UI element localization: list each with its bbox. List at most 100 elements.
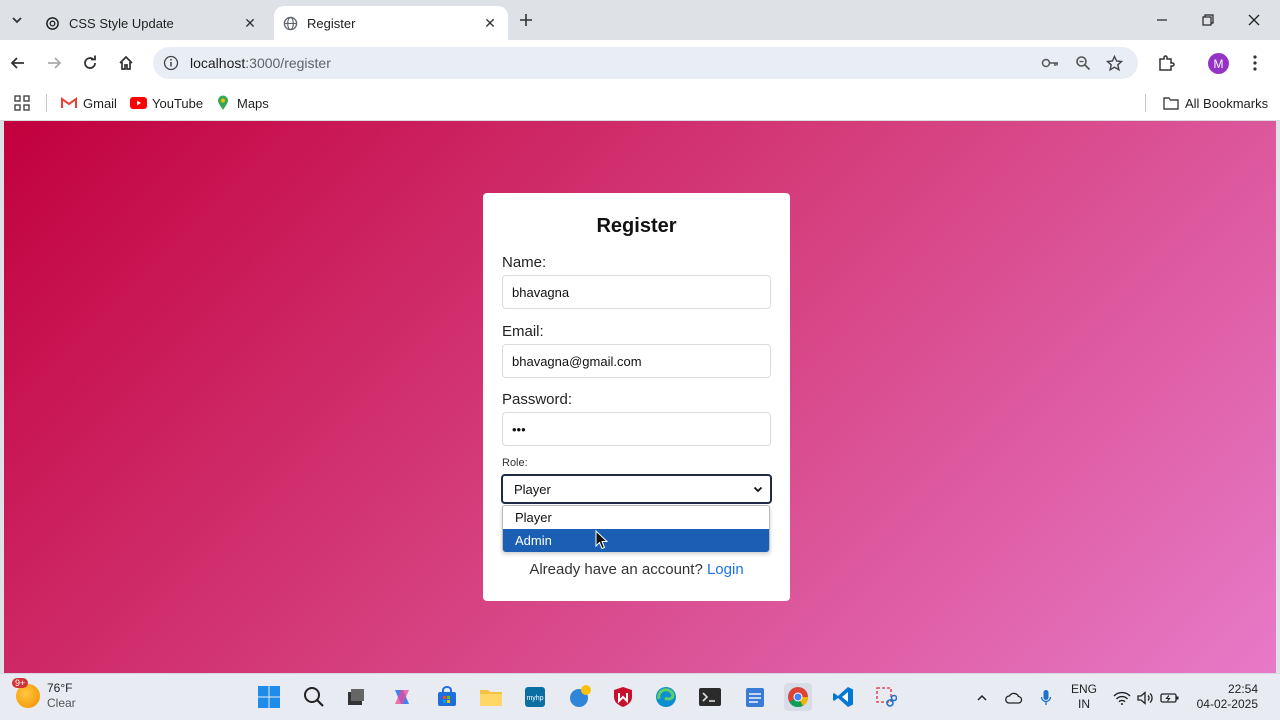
snipping-tool-icon (876, 687, 897, 707)
gmail-icon (60, 95, 78, 111)
notepad-button[interactable] (741, 683, 769, 711)
login-prompt: Already have an account? Login (483, 561, 790, 578)
home-button[interactable] (114, 51, 138, 75)
terminal-icon (699, 688, 721, 706)
forward-button[interactable] (42, 51, 66, 75)
key-icon[interactable] (1041, 54, 1059, 72)
role-option-admin[interactable]: Admin (503, 529, 769, 552)
close-tab-icon[interactable]: ✕ (480, 13, 500, 33)
back-button[interactable] (6, 51, 30, 75)
tab-css-style-update[interactable]: CSS Style Update ✕ (36, 6, 268, 40)
bookmark-gmail[interactable]: Gmail (60, 92, 117, 114)
email-label: Email: (502, 323, 544, 340)
chrome-icon (788, 687, 809, 708)
apps-grid-icon (14, 95, 30, 111)
wifi-icon[interactable] (1112, 688, 1132, 708)
weather-badge: 9+ (12, 678, 29, 688)
name-label: Name: (502, 254, 547, 271)
chevron-up-icon (977, 694, 987, 701)
bookmarks-divider (1145, 94, 1146, 112)
language-indicator[interactable]: ENG IN (1071, 682, 1097, 712)
bookmark-youtube[interactable]: YouTube (129, 92, 203, 114)
extensions-button[interactable] (1154, 51, 1178, 75)
email-input[interactable]: bhavagna@gmail.com (502, 344, 771, 378)
file-explorer-button[interactable] (477, 683, 505, 711)
bookmark-label: Gmail (83, 95, 117, 111)
tab-strip: CSS Style Update ✕ Register ✕ (0, 0, 1280, 40)
bookmarks-bar: Gmail YouTube Maps All Bookmarks (0, 86, 1280, 121)
minimize-button[interactable] (1150, 8, 1174, 32)
name-input[interactable]: bhavagna (502, 275, 771, 309)
onedrive-icon[interactable] (1004, 688, 1024, 708)
bookmarks-divider (46, 94, 47, 112)
clock-date: 04-02-2025 (1196, 697, 1258, 711)
menu-button[interactable] (1243, 51, 1267, 75)
copilot-button[interactable] (388, 683, 416, 711)
site-info-icon[interactable] (162, 54, 180, 72)
role-select[interactable]: Player (501, 474, 772, 504)
role-option-player[interactable]: Player (503, 506, 769, 529)
weather-widget[interactable]: 9+ 76°F Clear (12, 678, 76, 711)
url-host: localhost (190, 55, 246, 71)
tab-search-button[interactable] (6, 9, 28, 31)
bookmark-star-icon[interactable] (1105, 54, 1123, 72)
form-title: Register (596, 215, 677, 237)
minimize-icon (1157, 19, 1167, 21)
page-background: Register Name: bhavagna Email: bhavagna@… (4, 121, 1276, 673)
tab-register[interactable]: Register ✕ (274, 6, 508, 40)
profile-avatar[interactable]: M (1208, 53, 1229, 74)
close-tab-icon[interactable]: ✕ (240, 13, 260, 33)
login-prompt-text: Already have an account? (529, 561, 703, 578)
reload-icon (84, 55, 96, 69)
bookmark-maps[interactable]: Maps (214, 92, 269, 114)
zoom-icon[interactable] (1074, 54, 1092, 72)
chrome-button[interactable] (784, 683, 812, 711)
snipping-tool-button[interactable] (872, 683, 900, 711)
copilot-icon (395, 690, 409, 704)
close-window-button[interactable] (1242, 8, 1266, 32)
password-label: Password: (502, 391, 573, 408)
openai-icon (44, 15, 60, 31)
start-button[interactable] (255, 683, 283, 711)
password-input[interactable]: ••• (502, 412, 771, 446)
new-tab-button[interactable] (516, 10, 536, 30)
weather-app-button[interactable] (566, 683, 594, 711)
microphone-icon[interactable] (1036, 688, 1056, 708)
restore-button[interactable] (1196, 8, 1220, 32)
lang-line1: ENG (1071, 682, 1098, 696)
mouse-cursor-icon (595, 530, 609, 550)
search-button[interactable] (300, 683, 328, 711)
home-icon (119, 55, 133, 70)
apps-button[interactable] (14, 92, 30, 114)
vscode-icon (833, 687, 853, 707)
mcafee-button[interactable] (609, 683, 637, 711)
weather-temp: 76°F (47, 681, 73, 695)
store-button[interactable] (433, 683, 461, 711)
bookmark-label: Maps (237, 95, 269, 111)
plus-icon (520, 14, 532, 26)
system-clock[interactable]: 22:54 04-02-2025 (1190, 682, 1258, 712)
all-bookmarks-button[interactable]: All Bookmarks (1162, 92, 1268, 114)
task-view-icon (348, 689, 364, 705)
battery-icon[interactable] (1160, 688, 1180, 708)
task-view-button[interactable] (342, 683, 370, 711)
folder-icon (1162, 95, 1180, 111)
weather-desc: Clear (47, 696, 76, 710)
show-hidden-icons-button[interactable] (972, 688, 992, 708)
volume-icon[interactable] (1136, 688, 1156, 708)
chevron-down-icon (12, 17, 22, 24)
store-icon (438, 686, 456, 706)
url-text: localhost:3000/register (190, 55, 331, 71)
windows-logo-icon (258, 686, 280, 708)
address-bar[interactable]: localhost:3000/register (153, 47, 1138, 79)
myhp-button[interactable]: myhp (521, 683, 549, 711)
vscode-button[interactable] (829, 683, 857, 711)
terminal-button[interactable] (696, 683, 724, 711)
login-link[interactable]: Login (707, 561, 744, 578)
role-selected-value: Player (514, 481, 551, 497)
folder-icon (480, 690, 502, 706)
clock-time: 22:54 (1227, 682, 1258, 696)
weather-sun-icon: 9+ (12, 678, 40, 708)
edge-button[interactable] (652, 683, 680, 711)
reload-button[interactable] (78, 51, 102, 75)
